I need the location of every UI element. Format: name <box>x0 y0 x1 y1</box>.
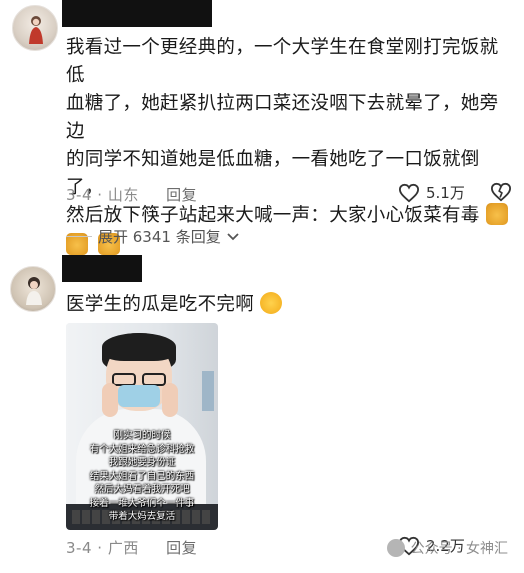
watermark-text: 公众号 · 女神汇 <box>410 541 508 557</box>
crying-laughing-emoji-icon <box>260 292 283 314</box>
face-mask <box>118 385 160 407</box>
divider <box>66 236 92 237</box>
username-redacted <box>62 0 212 27</box>
caption-line: 有个大姐来给急诊科抢救 <box>89 443 195 455</box>
comment-meta: 3-4 · 广西 回复 <box>66 537 197 558</box>
like-button[interactable]: 5.1万 <box>398 182 465 203</box>
caption-line: 接着一堆大爷们个一件事 <box>89 497 195 509</box>
video-thumbnail[interactable]: 刚实习的时候 有个大姐来给急诊科抢救 我跟她要身份证 结果大姐看了自己的东西 然… <box>66 323 218 530</box>
caption-line: 结果大姐看了自己的东西 <box>89 470 195 482</box>
caption-line: 然后大妈看着我开死吧 <box>94 484 190 495</box>
comment-line: 血糖了，她赶紧扒拉两口菜还没咽下去就晕了，她旁边 <box>66 93 499 142</box>
video-captions: 刚实习的时候 有个大姐来给急诊科抢救 我跟她要身份证 结果大姐看了自己的东西 然… <box>68 429 216 524</box>
separator: · <box>97 539 103 557</box>
avatar-figure-icon <box>26 277 42 305</box>
comment-line-text: 然后放下筷子站起来大喊一声：大家小心饭菜有毒 <box>66 205 480 226</box>
avatar-figure-icon <box>29 16 43 44</box>
comment-date: 3-4 <box>66 539 92 557</box>
broken-heart-icon <box>490 182 512 202</box>
separator: · <box>97 186 103 204</box>
reply-button[interactable]: 回复 <box>166 186 197 204</box>
like-count: 5.1万 <box>426 184 465 202</box>
caption-line: 我跟她要身份证 <box>108 457 176 468</box>
right-hand <box>162 383 178 417</box>
doctor-hair-fringe <box>102 333 176 361</box>
caption-line: 带着大妈去复活 <box>108 511 176 522</box>
chevron-down-icon <box>227 232 239 240</box>
expand-replies-button[interactable]: 展开 6341 条回复 <box>66 226 239 247</box>
wall-poster <box>202 371 214 411</box>
reply-button[interactable]: 回复 <box>166 539 197 557</box>
avatar[interactable] <box>10 266 56 312</box>
comment-text: 医学生的瓜是吃不完啊 <box>66 291 510 319</box>
comment-line: 我看过一个更经典的，一个大学生在食堂刚打完饭就低 <box>66 37 499 86</box>
comment-location: 广西 <box>107 539 139 557</box>
caption-line: 刚实习的时候 <box>113 430 171 441</box>
left-hand <box>102 383 118 417</box>
comment-line-text: 医学生的瓜是吃不完啊 <box>66 294 255 315</box>
comment-location: 山东 <box>107 186 139 204</box>
comment-meta: 3-4 · 山东 回复 <box>66 184 197 205</box>
wechat-icon <box>386 539 405 557</box>
cat-emoji-icon <box>485 203 508 225</box>
expand-replies-label: 展开 6341 条回复 <box>98 228 221 246</box>
dislike-button[interactable] <box>490 182 512 206</box>
comment-date: 3-4 <box>66 186 92 204</box>
avatar[interactable] <box>12 5 58 51</box>
watermark: 公众号 · 女神汇 <box>386 538 508 558</box>
heart-icon <box>398 183 420 202</box>
username-redacted <box>62 255 142 282</box>
